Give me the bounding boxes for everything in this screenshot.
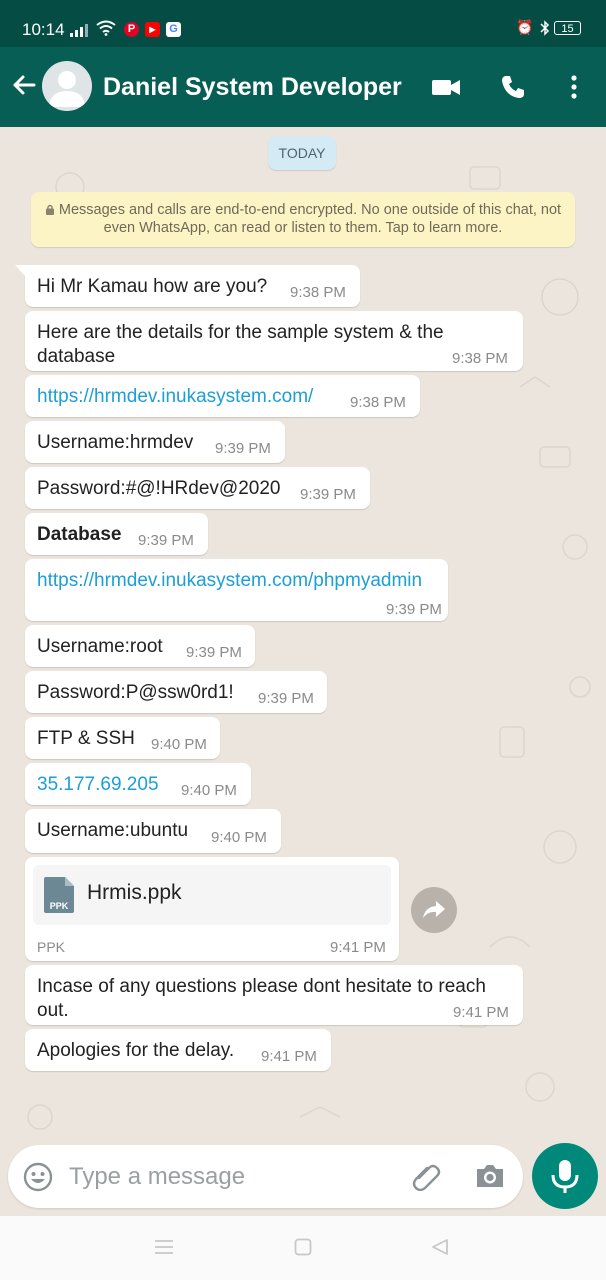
message-bubble[interactable]: https://hrmdev.inukasystem.com/phpmyadmi… [25, 559, 448, 621]
signal-icon [70, 24, 88, 37]
message-bubble[interactable]: Username:ubuntu 9:40 PM [25, 809, 281, 853]
message-time: 9:41 PM [453, 1004, 509, 1021]
message-bubble[interactable]: Password:P@ssw0rd1! 9:39 PM [25, 671, 327, 713]
youtube-icon: ▶ [145, 22, 160, 37]
attach-icon[interactable] [411, 1161, 441, 1191]
message-link[interactable]: 35.177.69.205 [37, 773, 159, 797]
message-time: 9:39 PM [258, 690, 314, 707]
bubble-tail [15, 265, 27, 278]
message-bubble[interactable]: Here are the details for the sample syst… [25, 311, 523, 371]
message-text: FTP & SSH [37, 728, 135, 749]
message-text: Incase of any questions please dont hesi… [37, 976, 486, 1021]
message-link[interactable]: https://hrmdev.inukasystem.com/ [37, 385, 313, 409]
message-time: 9:40 PM [151, 736, 207, 753]
emoji-icon[interactable] [23, 1162, 53, 1192]
message-text: Username:root [37, 636, 163, 657]
date-chip: TODAY [268, 136, 336, 170]
encryption-notice-text: Messages and calls are end-to-end encryp… [58, 202, 562, 236]
battery-icon: 15 [554, 21, 581, 35]
alarm-icon: ⏰ [516, 19, 534, 35]
forward-button[interactable] [411, 887, 457, 933]
message-text: Username:hrmdev [37, 432, 194, 453]
document-message[interactable]: PPK Hrmis.ppk PPK 9:41 PM [25, 857, 399, 961]
message-bubble[interactable]: Password:#@!HRdev@2020 9:39 PM [25, 467, 370, 509]
forward-icon [423, 901, 445, 918]
message-time: 9:38 PM [452, 350, 508, 367]
video-call-icon[interactable] [430, 73, 462, 101]
message-time: 9:39 PM [300, 486, 356, 503]
message-bubble[interactable]: 35.177.69.205 9:40 PM [25, 763, 251, 805]
home-nav-icon[interactable] [294, 1238, 312, 1256]
status-time: 10:14 [22, 20, 65, 39]
contact-name[interactable]: Daniel System Developer [103, 73, 402, 102]
message-text: Username:ubuntu [37, 820, 189, 841]
wifi-icon [96, 20, 116, 36]
message-time: 9:38 PM [290, 284, 346, 301]
message-link[interactable]: https://hrmdev.inukasystem.com/phpmyadmi… [37, 569, 422, 593]
lock-icon [45, 204, 54, 215]
message-time: 9:39 PM [386, 601, 442, 618]
message-text: Password:P@ssw0rd1! [37, 682, 234, 703]
status-bar: 10:14 P ▶ G ⏰ 15 [0, 0, 606, 47]
message-bubble[interactable]: Incase of any questions please dont hesi… [25, 965, 523, 1025]
message-bubble[interactable]: Hi Mr Kamau how are you? 9:38 PM [15, 265, 360, 307]
pinterest-icon: P [124, 22, 139, 37]
avatar[interactable] [42, 61, 92, 111]
message-bubble[interactable]: Username:root 9:39 PM [25, 625, 255, 667]
message-time: 9:39 PM [186, 644, 242, 661]
system-nav-bar [0, 1216, 606, 1280]
google-icon: G [166, 22, 181, 37]
message-bubble[interactable]: Apologies for the delay. 9:41 PM [25, 1029, 331, 1071]
mic-button[interactable] [532, 1143, 598, 1209]
message-composer[interactable]: Type a message [8, 1145, 523, 1208]
message-text: Hi Mr Kamau how are you? [37, 276, 268, 297]
arrow-back-icon[interactable] [8, 69, 40, 101]
message-time: 9:41 PM [261, 1048, 317, 1065]
message-text: Here are the details for the sample syst… [37, 322, 444, 367]
message-bubble[interactable]: https://hrmdev.inukasystem.com/ 9:38 PM [25, 375, 420, 417]
back-nav-icon[interactable] [431, 1238, 449, 1256]
message-bubble[interactable]: FTP & SSH 9:40 PM [25, 717, 220, 759]
message-time: 9:40 PM [181, 782, 237, 799]
message-time: 9:39 PM [138, 532, 194, 549]
chat-header: Daniel System Developer [0, 47, 606, 127]
bluetooth-icon [540, 20, 550, 36]
message-time: 9:40 PM [211, 829, 267, 846]
message-text: Database [37, 524, 122, 545]
message-text: Password:#@!HRdev@2020 [37, 478, 281, 499]
message-bubble[interactable]: Database 9:39 PM [25, 513, 208, 555]
message-time: 9:38 PM [350, 394, 406, 411]
message-input[interactable]: Type a message [69, 1163, 245, 1191]
encryption-notice[interactable]: Messages and calls are end-to-end encryp… [31, 192, 575, 247]
phone-icon[interactable] [499, 73, 527, 101]
message-time: 9:39 PM [215, 440, 271, 457]
message-time: 9:41 PM [330, 939, 386, 956]
message-text: Apologies for the delay. [37, 1040, 235, 1061]
document-card[interactable]: PPK Hrmis.ppk [33, 865, 391, 925]
menu-nav-icon[interactable] [154, 1238, 174, 1256]
camera-icon[interactable] [474, 1162, 506, 1190]
document-type: PPK [37, 939, 66, 955]
message-bubble[interactable]: Username:hrmdev 9:39 PM [25, 421, 285, 463]
mic-icon [551, 1160, 579, 1193]
document-name: Hrmis.ppk [87, 881, 182, 904]
more-vert-icon[interactable] [569, 73, 579, 101]
avatar-placeholder-icon [49, 71, 85, 107]
document-icon-label: PPK [49, 901, 69, 911]
